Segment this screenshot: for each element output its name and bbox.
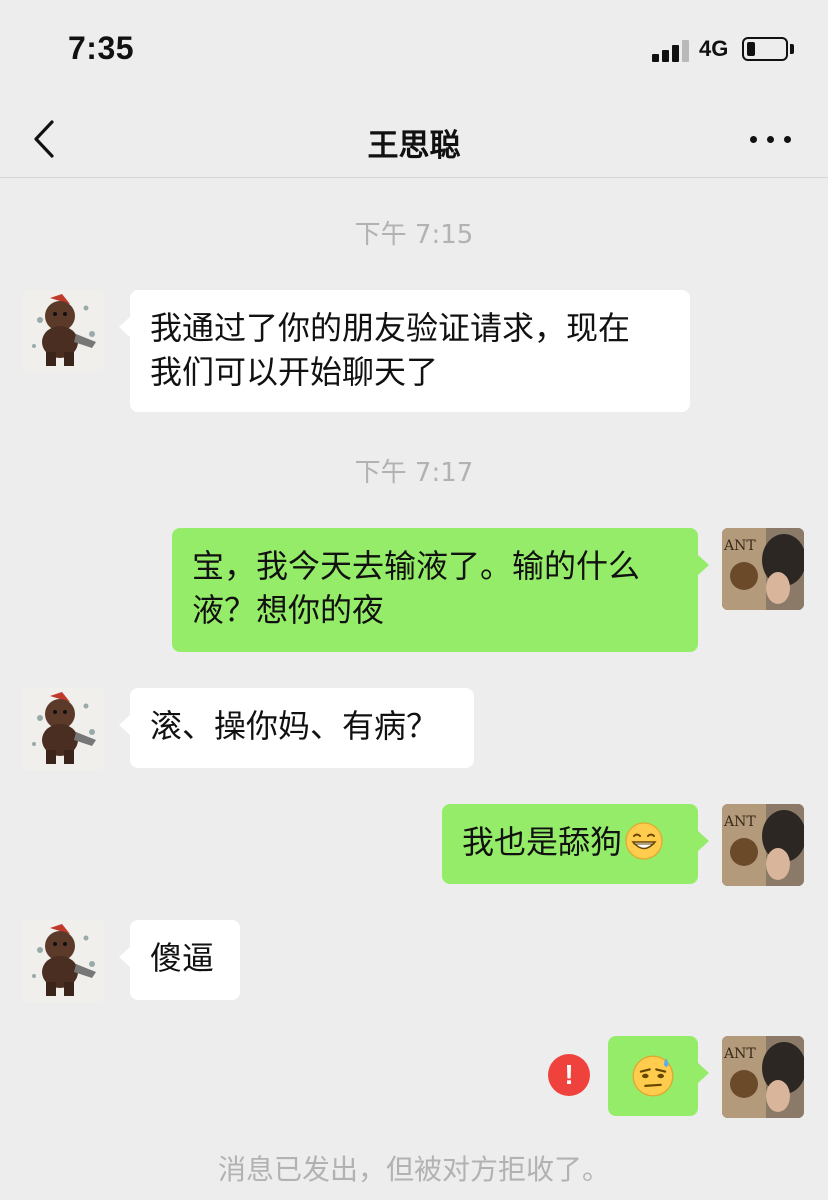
status-time: 7:35 xyxy=(68,30,135,66)
incoming-message[interactable]: 滚、操你妈、有病？ xyxy=(119,688,474,768)
contact-avatar[interactable] xyxy=(22,688,104,770)
more-button[interactable] xyxy=(742,122,798,156)
chat-header: 王思聪 xyxy=(0,100,828,178)
chat-title: 王思聪 xyxy=(367,128,461,164)
message-line: 我通过了你的朋友验证请求，现在 xyxy=(150,309,631,347)
cold-sweat-emoji xyxy=(632,1055,674,1097)
outgoing-message[interactable]: 宝，我今天去输液了。输的什么 液？想你的夜 xyxy=(172,528,709,652)
bear-avatar-icon xyxy=(22,688,104,770)
message-timestamp: 下午 7:17 xyxy=(354,458,474,488)
message-line: 液？想你的夜 xyxy=(192,591,385,629)
contact-avatar[interactable] xyxy=(22,290,104,372)
incoming-message[interactable]: 我通过了你的朋友验证请求，现在 我们可以开始聊天了 xyxy=(119,290,690,412)
message-timestamp: 下午 7:15 xyxy=(354,220,474,250)
my-avatar[interactable]: ANT xyxy=(722,528,804,610)
message-line: 我们可以开始聊天了 xyxy=(150,353,439,391)
message-line: 我也是舔狗 xyxy=(462,823,623,861)
svg-text:ANT: ANT xyxy=(723,538,756,554)
outgoing-message[interactable]: 我也是舔狗 xyxy=(442,804,709,884)
outgoing-message[interactable] xyxy=(608,1036,709,1116)
exclamation-error-icon[interactable]: ! xyxy=(548,1054,590,1096)
message-line: 滚、操你妈、有病？ xyxy=(150,707,439,745)
profile-photo-icon: ANT xyxy=(722,804,804,886)
ellipsis-icon xyxy=(750,136,757,143)
message-line: 傻逼 xyxy=(150,939,215,977)
cellular-signal-icon xyxy=(652,40,692,62)
message-line: 宝，我今天去输液了。输的什么 xyxy=(192,547,641,585)
my-avatar[interactable]: ANT xyxy=(722,804,804,886)
bear-avatar-icon xyxy=(22,290,104,372)
profile-photo-icon: ANT xyxy=(722,1036,804,1118)
grinning-teeth-emoji xyxy=(625,822,663,860)
network-type: 4G xyxy=(699,36,729,61)
bear-avatar-icon xyxy=(22,920,104,1002)
system-notice: 消息已发出，但被对方拒收了。 xyxy=(217,1153,610,1186)
battery-icon xyxy=(742,37,788,61)
svg-text:ANT: ANT xyxy=(723,814,756,830)
contact-avatar[interactable] xyxy=(22,920,104,1002)
battery-cap xyxy=(790,44,794,54)
status-bar: 7:35 4G xyxy=(0,0,828,100)
incoming-message[interactable]: 傻逼 xyxy=(119,920,240,1000)
my-avatar[interactable]: ANT xyxy=(722,1036,804,1118)
svg-text:ANT: ANT xyxy=(723,1046,756,1062)
profile-photo-icon: ANT xyxy=(722,528,804,610)
